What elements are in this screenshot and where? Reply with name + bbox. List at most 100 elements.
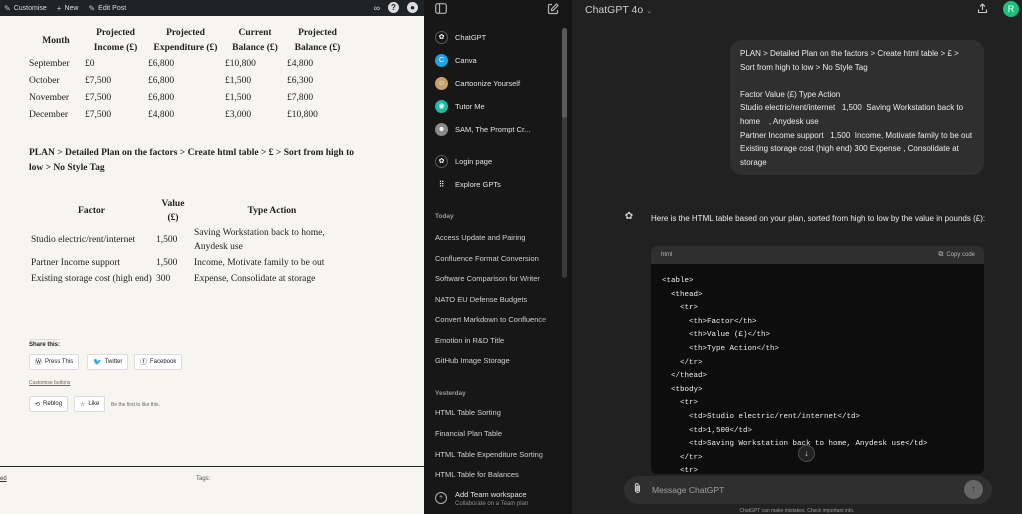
scroll-down-button[interactable]: ↓ <box>798 445 815 462</box>
history-item[interactable]: Emotion in R&D Title <box>435 336 563 346</box>
code-block-header: html ⧉ Copy code <box>651 246 984 264</box>
code-line: <th>Value (£)</th> <box>662 331 771 340</box>
send-button[interactable]: ↑ <box>964 480 983 499</box>
col-value: Value (£) <box>154 197 192 225</box>
message-input[interactable] <box>652 482 952 498</box>
gpt-chatgpt[interactable]: ✿ ChatGPT <box>435 27 486 47</box>
edit-post-link[interactable]: ✎ Edit Post <box>88 4 126 13</box>
login-page-item[interactable]: ✿ Login page <box>435 151 492 171</box>
history-item[interactable]: HTML Table for Balances <box>435 470 563 480</box>
model-selector[interactable]: ChatGPT 4o ⌄ <box>585 4 652 16</box>
cartoon-icon: ☺ <box>435 76 448 90</box>
tutor-icon: ◉ <box>435 99 448 113</box>
sidebar-toggle-icon[interactable] <box>434 3 448 17</box>
chat-panel: ChatGPT 4o ⌄ R PLAN > Detailed Plan on th… <box>572 0 1022 514</box>
gpt-sam[interactable]: ☻ SAM, The Prompt Cr... <box>435 119 530 139</box>
share-icon[interactable] <box>977 3 988 17</box>
blog-page: ✎ Customise + New ✎ Edit Post ∞ ? ● Month P… <box>0 0 424 514</box>
code-line: <table> <box>662 277 694 285</box>
col-month: Month <box>42 35 70 46</box>
code-content: <table> <thead> <tr> <th>Factor</th> <th… <box>651 264 984 474</box>
code-line: <th>Type Action</th> <box>662 344 780 353</box>
share-label: Share this: <box>29 339 61 348</box>
facebook-button[interactable]: ⓕ Facebook <box>134 354 183 370</box>
pencil-icon: ✎ <box>88 3 96 13</box>
code-line: <tbody> <box>662 385 703 394</box>
code-line: <tr> <box>662 399 699 408</box>
code-line: </tr> <box>662 358 703 367</box>
new-chat-icon[interactable] <box>546 3 560 17</box>
plus-icon: + <box>56 3 62 13</box>
help-icon[interactable]: ? <box>388 2 399 13</box>
table-row: Studio electric/rent/internet 1,500 Saving… <box>31 228 325 252</box>
code-line: <tr> <box>662 304 699 313</box>
finance-table-header: Month Projected Income (£) Projected Expen… <box>28 26 349 56</box>
history-item[interactable]: Access Update and Pairing <box>435 233 563 243</box>
message-composer: ↑ <box>624 476 992 504</box>
history-item[interactable]: GitHub Image Storage <box>435 356 563 366</box>
code-line: <td>Studio electric/rent/internet</td> <box>662 412 861 421</box>
history-item[interactable]: HTML Table Expenditure Sorting <box>435 450 563 460</box>
history-item[interactable]: Convert Markdown to Confluence <box>435 315 563 325</box>
paperclip-icon[interactable] <box>633 482 642 498</box>
copy-icon: ⧉ <box>938 251 944 258</box>
table-row: September £0 £6,800 £10,800 £4,800 <box>29 59 314 69</box>
gpt-canva[interactable]: C Canva <box>435 50 477 70</box>
code-line: <th>Factor</th> <box>662 317 757 326</box>
divider <box>0 466 424 467</box>
sidebar-scrollbar-thumb[interactable] <box>562 28 567 118</box>
section-yesterday: Yesterday <box>435 390 466 397</box>
col-factor: Factor <box>78 206 105 216</box>
history-item[interactable]: Financial Plan Table <box>435 429 563 439</box>
team-plus-icon: + <box>435 492 447 504</box>
user-icon[interactable]: ● <box>407 2 418 13</box>
twitter-icon: 🐦 <box>93 359 102 366</box>
history-item[interactable]: NATO EU Defense Budgets <box>435 295 563 305</box>
chatgpt-sidebar: ✿ ChatGPT C Canva ☺ Cartoonize Yourself ◉ Tu… <box>424 0 572 514</box>
add-team-workspace[interactable]: + Add Team workspace Collaborate on a Te… <box>435 489 528 509</box>
history-item[interactable]: Software Comparison for Writer <box>435 274 563 284</box>
twitter-button[interactable]: 🐦 Twitter <box>87 354 129 370</box>
factor-table: Factor Value (£) Type Action Studio elect… <box>29 197 352 287</box>
code-language: html <box>661 252 673 258</box>
assistant-message: Here is the HTML table based on your pla… <box>651 214 986 223</box>
footer-link[interactable]: ed <box>0 476 7 482</box>
canva-icon: C <box>435 53 448 67</box>
new-link[interactable]: + New <box>57 4 79 13</box>
avatar[interactable]: R <box>1003 1 1019 17</box>
factor-table-header: Factor Value (£) Type Action <box>29 197 352 225</box>
openai-icon: ✿ <box>624 211 634 222</box>
history-item[interactable]: HTML Table Sorting <box>435 408 563 418</box>
code-line: <td>Saving Workstation back to home, Any… <box>662 440 928 449</box>
press-this-button[interactable]: Ⓦ Press This <box>29 354 80 370</box>
like-button[interactable]: ☆ Like <box>74 396 106 412</box>
table-row: December £7,500 £4,800 £3,000 £10,800 <box>29 110 318 120</box>
gpt-cartoonize-yourself[interactable]: ☺ Cartoonize Yourself <box>435 73 520 93</box>
grid-icon: ⠿ <box>438 179 445 189</box>
gpt-tutor-me[interactable]: ◉ Tutor Me <box>435 96 485 116</box>
code-line: <thead> <box>662 290 703 299</box>
brush-icon: ✎ <box>4 3 11 13</box>
history-item[interactable]: Confluence Format Conversion <box>435 254 563 264</box>
link-icon[interactable]: ∞ <box>374 3 380 13</box>
openai-icon: ✿ <box>435 154 448 168</box>
code-line: <tr> <box>662 467 699 474</box>
customise-buttons-link[interactable]: Customise buttons <box>29 380 70 386</box>
code-line: </tr> <box>662 453 703 462</box>
section-today: Today <box>435 213 454 220</box>
customise-link[interactable]: ✎ Customise <box>4 4 47 13</box>
chevron-down-icon: ⌄ <box>646 8 653 15</box>
openai-icon: ✿ <box>435 30 448 44</box>
facebook-icon: ⓕ <box>140 359 147 366</box>
explore-gpts-item[interactable]: ⠿ Explore GPTs <box>435 174 501 194</box>
star-icon: ☆ <box>80 401 86 408</box>
col-projected-balance: Projected Balance (£) <box>294 28 341 53</box>
table-row: Existing storage cost (high end) 300 Expen… <box>31 274 316 284</box>
col-projected-income: Projected Income (£) <box>93 28 138 53</box>
reblog-button[interactable]: ⟲ Reblog <box>29 396 69 412</box>
user-message: PLAN > Detailed Plan on the factors > Cr… <box>730 40 984 176</box>
first-to-like-text: Be the first to like this. <box>111 402 160 408</box>
wordpress-icon: Ⓦ <box>35 359 42 366</box>
col-projected-expenditure: Projected Expenditure (£) <box>153 28 218 53</box>
copy-code-button[interactable]: ⧉ Copy code <box>938 251 975 259</box>
